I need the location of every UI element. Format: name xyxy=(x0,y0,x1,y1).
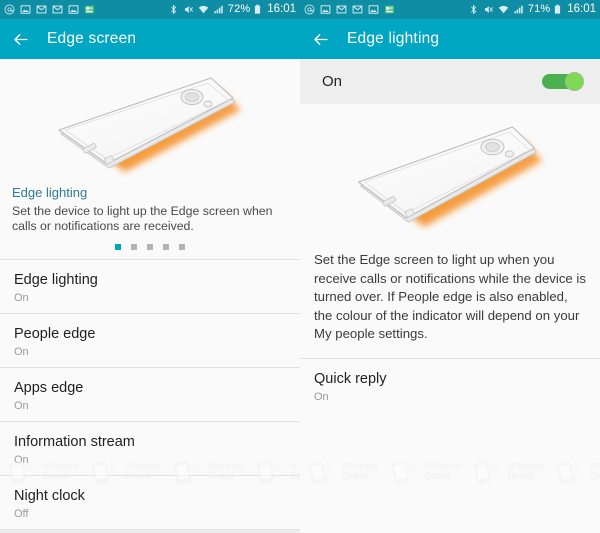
list-item-subtitle: On xyxy=(14,346,29,358)
settings-list: Quick reply On xyxy=(300,357,600,412)
phone-edge-glow-illustration xyxy=(0,59,300,181)
caption-description: Set the device to light up the Edge scre… xyxy=(12,204,273,233)
back-arrow-icon[interactable] xyxy=(311,30,330,49)
phone-signal-watermark-icon xyxy=(391,461,417,485)
page-content: Set the Edge screen to light up when you… xyxy=(300,104,600,533)
master-toggle-row[interactable]: On xyxy=(300,59,600,104)
message-icon xyxy=(52,5,63,14)
section-header-additional-settings[interactable]: Additional settings xyxy=(0,529,300,533)
contacts-sync-icon xyxy=(84,5,95,14)
battery-icon xyxy=(555,4,561,14)
list-item-quick-reply[interactable]: Quick reply On xyxy=(300,357,600,412)
watermark-line1: iPhone xyxy=(590,461,600,473)
list-item-title: Night clock xyxy=(14,488,85,504)
contacts-sync-icon xyxy=(384,5,395,14)
phone-signal-watermark-icon xyxy=(473,461,499,485)
list-item-apps-edge[interactable]: Apps edge On xyxy=(0,367,300,421)
watermark-line2: Droid xyxy=(590,471,600,482)
signal-bars-icon xyxy=(514,5,523,14)
email-icon xyxy=(304,4,315,15)
feature-description: Set the Edge screen to light up when you… xyxy=(314,252,586,341)
status-bar: 71% 16:01 xyxy=(300,0,600,19)
status-bar-system-icons: 72% 16:01 xyxy=(168,3,296,15)
screen-edge-lighting: 71% 16:01 Edge lighting On Set the Edge … xyxy=(300,0,600,533)
pager-dot-5[interactable] xyxy=(179,244,185,250)
switch-knob[interactable] xyxy=(565,72,584,91)
message-icon xyxy=(36,5,47,14)
status-bar-notification-icons xyxy=(304,4,395,15)
app-bar: Edge screen xyxy=(0,19,300,59)
clock-label: 16:01 xyxy=(267,3,296,15)
dual-screenshot-container: 72% 16:01 Edge screen Edge lighting Set … xyxy=(0,0,600,533)
signal-bars-icon xyxy=(214,5,223,14)
pager-dot-4[interactable] xyxy=(163,244,169,250)
battery-percent-label: 72% xyxy=(227,3,251,15)
status-bar-system-icons: 71% 16:01 xyxy=(468,3,596,15)
list-item-information-stream[interactable]: Information stream On xyxy=(0,421,300,475)
phone-edge-glow-illustration xyxy=(300,104,600,239)
settings-list: Edge lighting On People edge On Apps edg… xyxy=(0,259,300,533)
wifi-icon xyxy=(198,5,209,14)
vibrate-mute-icon xyxy=(184,6,193,13)
list-item-subtitle: Off xyxy=(14,508,29,520)
master-toggle-switch[interactable] xyxy=(542,72,584,91)
page-content: Edge lighting Set the device to light up… xyxy=(0,59,300,533)
list-item-subtitle: On xyxy=(14,454,29,466)
list-item-people-edge[interactable]: People edge On xyxy=(0,313,300,367)
feature-caption: Edge lighting Set the device to light up… xyxy=(0,181,300,250)
list-item-title: Apps edge xyxy=(14,380,84,396)
master-toggle-label: On xyxy=(322,73,343,90)
image-saved-icon xyxy=(368,5,379,14)
watermark: iPhoneDroid xyxy=(554,457,600,487)
battery-percent-label: 71% xyxy=(527,3,551,15)
watermark-line2: Droid xyxy=(424,471,451,482)
status-bar: 72% 16:01 xyxy=(0,0,300,19)
pager-dots[interactable] xyxy=(12,244,288,250)
email-icon xyxy=(4,4,15,15)
pager-dot-1[interactable] xyxy=(115,244,121,250)
image-saved-icon xyxy=(20,5,31,14)
wifi-icon xyxy=(498,5,509,14)
list-item-night-clock[interactable]: Night clock Off xyxy=(0,475,300,529)
page-title: Edge screen xyxy=(47,30,137,47)
app-bar: Edge lighting xyxy=(300,19,600,59)
list-item-title: People edge xyxy=(14,326,96,342)
phone-signal-watermark-icon xyxy=(308,461,334,485)
page-title: Edge lighting xyxy=(347,30,440,47)
image-saved-icon xyxy=(68,5,79,14)
battery-icon xyxy=(255,4,261,14)
list-item-subtitle: On xyxy=(314,390,329,403)
watermark-line1: iPhone xyxy=(424,461,462,473)
back-arrow-icon[interactable] xyxy=(11,30,30,49)
list-item-edge-lighting[interactable]: Edge lighting On xyxy=(0,259,300,313)
watermark: iPhoneDroid xyxy=(306,457,379,487)
message-icon xyxy=(352,5,363,14)
bluetooth-icon xyxy=(470,4,477,15)
screen-edge-screen: 72% 16:01 Edge screen Edge lighting Set … xyxy=(0,0,300,533)
watermark-line1: iPhone xyxy=(507,461,545,473)
watermark-line2: Droid xyxy=(507,471,534,482)
clock-label: 16:01 xyxy=(567,3,596,15)
watermark: iPhoneDroid xyxy=(389,457,462,487)
list-item-title: Edge lighting xyxy=(14,272,98,288)
list-item-title: Quick reply xyxy=(314,370,387,387)
image-saved-icon xyxy=(320,5,331,14)
watermark-line1: iPhone xyxy=(342,461,379,473)
phone-signal-watermark-icon xyxy=(556,461,582,485)
caption-title: Edge lighting xyxy=(12,185,88,200)
watermark-line2: Droid xyxy=(342,471,369,482)
list-item-subtitle: On xyxy=(14,400,29,412)
list-item-subtitle: On xyxy=(14,292,29,304)
bluetooth-icon xyxy=(170,4,177,15)
watermark: iPhoneDroid xyxy=(471,457,544,487)
status-bar-notification-icons xyxy=(4,4,95,15)
message-icon xyxy=(336,5,347,14)
vibrate-mute-icon xyxy=(484,6,493,13)
watermark-band: iPhoneDroid iPhoneDroid iPhoneDroid iPho… xyxy=(300,457,600,487)
pager-dot-2[interactable] xyxy=(131,244,137,250)
pager-dot-3[interactable] xyxy=(147,244,153,250)
list-item-title: Information stream xyxy=(14,434,135,450)
